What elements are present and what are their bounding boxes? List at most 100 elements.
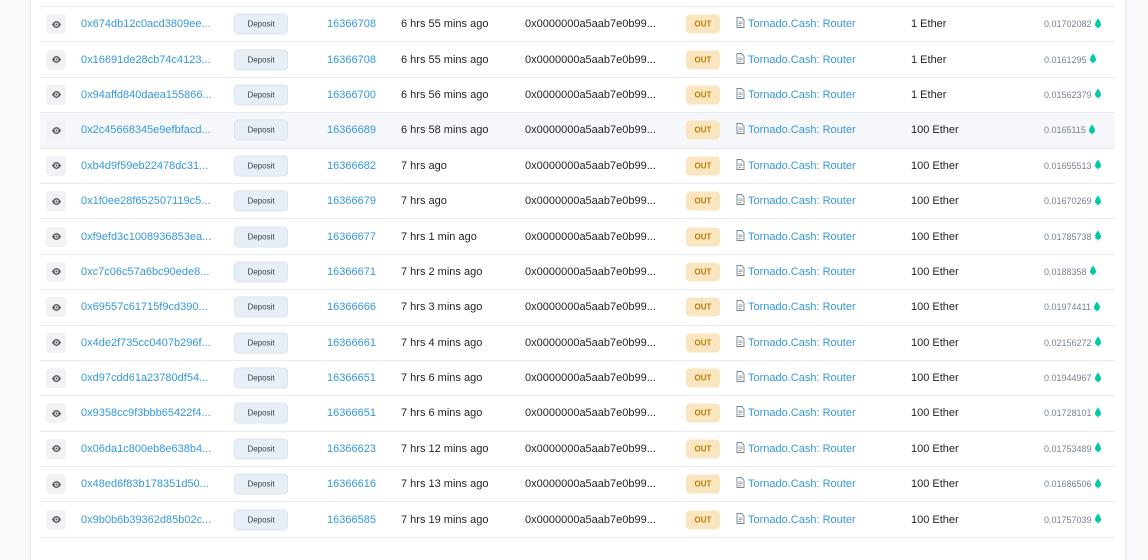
gas-drop-icon (1094, 442, 1102, 455)
to-contract-link[interactable]: Tornado.Cash: Router (736, 335, 856, 350)
from-address[interactable]: 0x0000000a5aab7e0b99... (525, 266, 656, 278)
from-address[interactable]: 0x0000000a5aab7e0b99... (525, 301, 656, 313)
eye-icon[interactable] (46, 226, 66, 247)
table-row: 0xf9efd3c1008936853ea... Deposit 1636667… (40, 219, 1115, 255)
txn-hash-link[interactable]: 0x94affd840daea155866... (81, 89, 212, 101)
method-badge: Deposit (234, 190, 288, 212)
eye-icon[interactable] (46, 120, 66, 141)
block-link[interactable]: 16366661 (327, 337, 376, 349)
table-row: 0x674db12c0acd3809ee... Deposit 16366708… (40, 7, 1115, 43)
to-contract-link[interactable]: Tornado.Cash: Router (736, 158, 856, 173)
txn-hash-link[interactable]: 0x2c45668345e9efbfacd... (81, 124, 211, 136)
txn-hash-link[interactable]: 0x16691de28cb74c4123... (81, 54, 211, 66)
txn-hash-link[interactable]: 0x1f0ee28f652507119c5... (81, 195, 210, 207)
from-address[interactable]: 0x0000000a5aab7e0b99... (525, 514, 656, 526)
eye-icon[interactable] (46, 332, 66, 353)
txn-fee-value: 0.01974411 (1044, 302, 1091, 313)
block-link[interactable]: 16366700 (327, 89, 376, 101)
block-link[interactable]: 16366651 (327, 372, 376, 384)
value-text: 1 Ether (911, 18, 947, 31)
to-contract-link[interactable]: Tornado.Cash: Router (736, 194, 856, 208)
to-contract-label: Tornado.Cash: Router (748, 88, 856, 101)
eye-icon[interactable] (46, 368, 66, 389)
txn-hash-link[interactable]: 0x4de2f735cc0407b296f... (81, 337, 211, 349)
block-link[interactable]: 16366616 (327, 478, 376, 490)
block-link[interactable]: 16366623 (327, 443, 376, 455)
document-icon (736, 512, 745, 527)
from-address[interactable]: 0x0000000a5aab7e0b99... (525, 160, 656, 172)
from-address[interactable]: 0x0000000a5aab7e0b99... (525, 124, 656, 136)
txn-hash-link[interactable]: 0x69557c61715f9cd390... (81, 301, 208, 313)
block-link[interactable]: 16366585 (327, 514, 376, 526)
txn-hash-link[interactable]: 0x9358cc9f3bbb65422f4... (81, 407, 211, 419)
txn-fee: 0.01670269 (1044, 195, 1102, 208)
to-contract-link[interactable]: Tornado.Cash: Router (736, 441, 856, 456)
txn-fee-value: 0.01728101 (1044, 408, 1092, 419)
to-contract-link[interactable]: Tornado.Cash: Router (736, 123, 856, 137)
from-address[interactable]: 0x0000000a5aab7e0b99... (525, 372, 656, 384)
eye-icon[interactable] (46, 474, 66, 495)
to-contract-label: Tornado.Cash: Router (748, 336, 856, 349)
txn-hash-link[interactable]: 0xd97cdd61a23780df54... (81, 372, 208, 384)
txn-fee: 0.01753489 (1044, 442, 1102, 455)
block-link[interactable]: 16366677 (327, 231, 376, 243)
from-address[interactable]: 0x0000000a5aab7e0b99... (525, 89, 656, 101)
block-link[interactable]: 16366689 (327, 124, 376, 136)
eye-icon[interactable] (46, 297, 66, 318)
block-link[interactable]: 16366682 (327, 160, 376, 172)
eye-icon[interactable] (46, 191, 66, 212)
gas-drop-icon (1094, 88, 1102, 101)
from-address[interactable]: 0x0000000a5aab7e0b99... (525, 337, 656, 349)
txn-hash-link[interactable]: 0xc7c06c57a6bc90ede8... (81, 266, 209, 278)
block-link[interactable]: 16366708 (327, 54, 376, 66)
from-address[interactable]: 0x0000000a5aab7e0b99... (525, 195, 656, 207)
gas-drop-icon (1094, 372, 1102, 385)
age-text: 7 hrs 3 mins ago (401, 301, 483, 314)
to-contract-label: Tornado.Cash: Router (748, 53, 856, 66)
table-row: 0x48ed6f83b178351d50... Deposit 16366616… (40, 467, 1115, 503)
gas-drop-icon (1088, 124, 1096, 137)
from-address[interactable]: 0x0000000a5aab7e0b99... (525, 478, 656, 490)
document-icon (736, 371, 745, 385)
to-contract-link[interactable]: Tornado.Cash: Router (736, 229, 856, 244)
eye-icon[interactable] (46, 261, 66, 282)
to-contract-link[interactable]: Tornado.Cash: Router (736, 477, 856, 491)
to-contract-link[interactable]: Tornado.Cash: Router (736, 52, 856, 67)
eye-icon[interactable] (46, 84, 66, 105)
age-text: 7 hrs 4 mins ago (401, 336, 483, 349)
txn-hash-link[interactable]: 0x48ed6f83b178351d50... (81, 478, 209, 490)
from-address[interactable]: 0x0000000a5aab7e0b99... (525, 18, 656, 30)
eye-icon[interactable] (46, 155, 66, 176)
eye-icon[interactable] (46, 438, 66, 459)
to-contract-link[interactable]: Tornado.Cash: Router (736, 512, 856, 527)
to-contract-link[interactable]: Tornado.Cash: Router (736, 17, 856, 31)
to-contract-link[interactable]: Tornado.Cash: Router (736, 264, 856, 279)
from-address[interactable]: 0x0000000a5aab7e0b99... (525, 54, 656, 66)
block-link[interactable]: 16366671 (327, 266, 376, 278)
txn-hash-link[interactable]: 0x9b0b6b39362d85b02c... (81, 514, 211, 526)
eye-icon[interactable] (46, 14, 66, 35)
txn-hash-link[interactable]: 0xf9efd3c1008936853ea... (81, 231, 211, 243)
to-contract-link[interactable]: Tornado.Cash: Router (736, 406, 856, 420)
to-contract-link[interactable]: Tornado.Cash: Router (736, 88, 856, 102)
block-link[interactable]: 16366666 (327, 301, 376, 313)
from-address[interactable]: 0x0000000a5aab7e0b99... (525, 443, 656, 455)
to-contract-link[interactable]: Tornado.Cash: Router (736, 371, 856, 385)
method-badge: Deposit (234, 509, 288, 531)
block-link[interactable]: 16366708 (327, 18, 376, 30)
from-address[interactable]: 0x0000000a5aab7e0b99... (525, 231, 656, 243)
block-link[interactable]: 16366651 (327, 407, 376, 419)
direction-badge: OUT (686, 368, 720, 388)
eye-icon[interactable] (46, 509, 66, 530)
to-contract-link[interactable]: Tornado.Cash: Router (736, 300, 856, 314)
txn-hash-link[interactable]: 0x06da1c800eb8e638b4... (81, 443, 211, 455)
to-contract-label: Tornado.Cash: Router (748, 372, 856, 385)
block-link[interactable]: 16366679 (327, 195, 376, 207)
value-text: 1 Ether (911, 88, 947, 101)
txn-hash-link[interactable]: 0x674db12c0acd3809ee... (81, 18, 211, 30)
eye-icon[interactable] (46, 49, 66, 70)
eye-icon[interactable] (46, 403, 66, 424)
from-address[interactable]: 0x0000000a5aab7e0b99... (525, 407, 656, 419)
txn-hash-link[interactable]: 0xb4d9f59eb22478dc31... (81, 160, 208, 172)
value-text: 100 Ether (911, 301, 959, 314)
